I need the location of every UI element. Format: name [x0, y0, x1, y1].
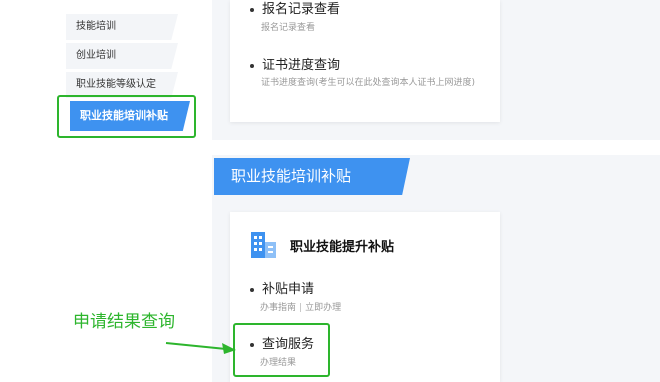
sidebar-item-label: 创业培训 — [76, 50, 116, 61]
apply-now-link[interactable]: 立即办理 — [305, 303, 341, 313]
annotation-label: 申请结果查询 — [73, 312, 175, 332]
guide-link[interactable]: 办事指南 — [260, 303, 296, 313]
certificate-progress-desc: 证书进度查询(考生可以在此处查询本人证书上网进度) — [261, 78, 476, 88]
sidebar-item-label: 技能培训 — [76, 21, 116, 32]
bullet-dot — [250, 63, 254, 68]
bullet-dot — [250, 7, 254, 12]
subsidy-apply-link[interactable]: 补贴申请 — [250, 278, 314, 297]
card-heading: 职业技能提升补贴 — [290, 240, 395, 255]
query-highlight-box — [233, 323, 330, 377]
building-icon — [251, 232, 276, 258]
subsidy-apply-actions: 办事指南 | 立即办理 — [260, 302, 341, 315]
section-banner: 职业技能培训补贴 — [214, 158, 410, 195]
sidebar-highlight-box — [57, 95, 196, 138]
sidebar-item-label: 职业技能等级认定 — [76, 79, 156, 90]
sidebar-item-entrepreneurship-training[interactable]: 创业培训 — [66, 43, 178, 69]
sidebar-item-skill-training[interactable]: 技能培训 — [66, 14, 178, 40]
link-separator: | — [299, 303, 303, 313]
registration-records-link[interactable]: 报名记录查看 — [250, 0, 340, 17]
arrow-right-icon — [165, 342, 236, 354]
certificate-progress-link[interactable]: 证书进度查询 — [250, 54, 340, 73]
bullet-dot — [250, 287, 254, 292]
registration-records-desc: 报名记录查看 — [261, 23, 316, 33]
